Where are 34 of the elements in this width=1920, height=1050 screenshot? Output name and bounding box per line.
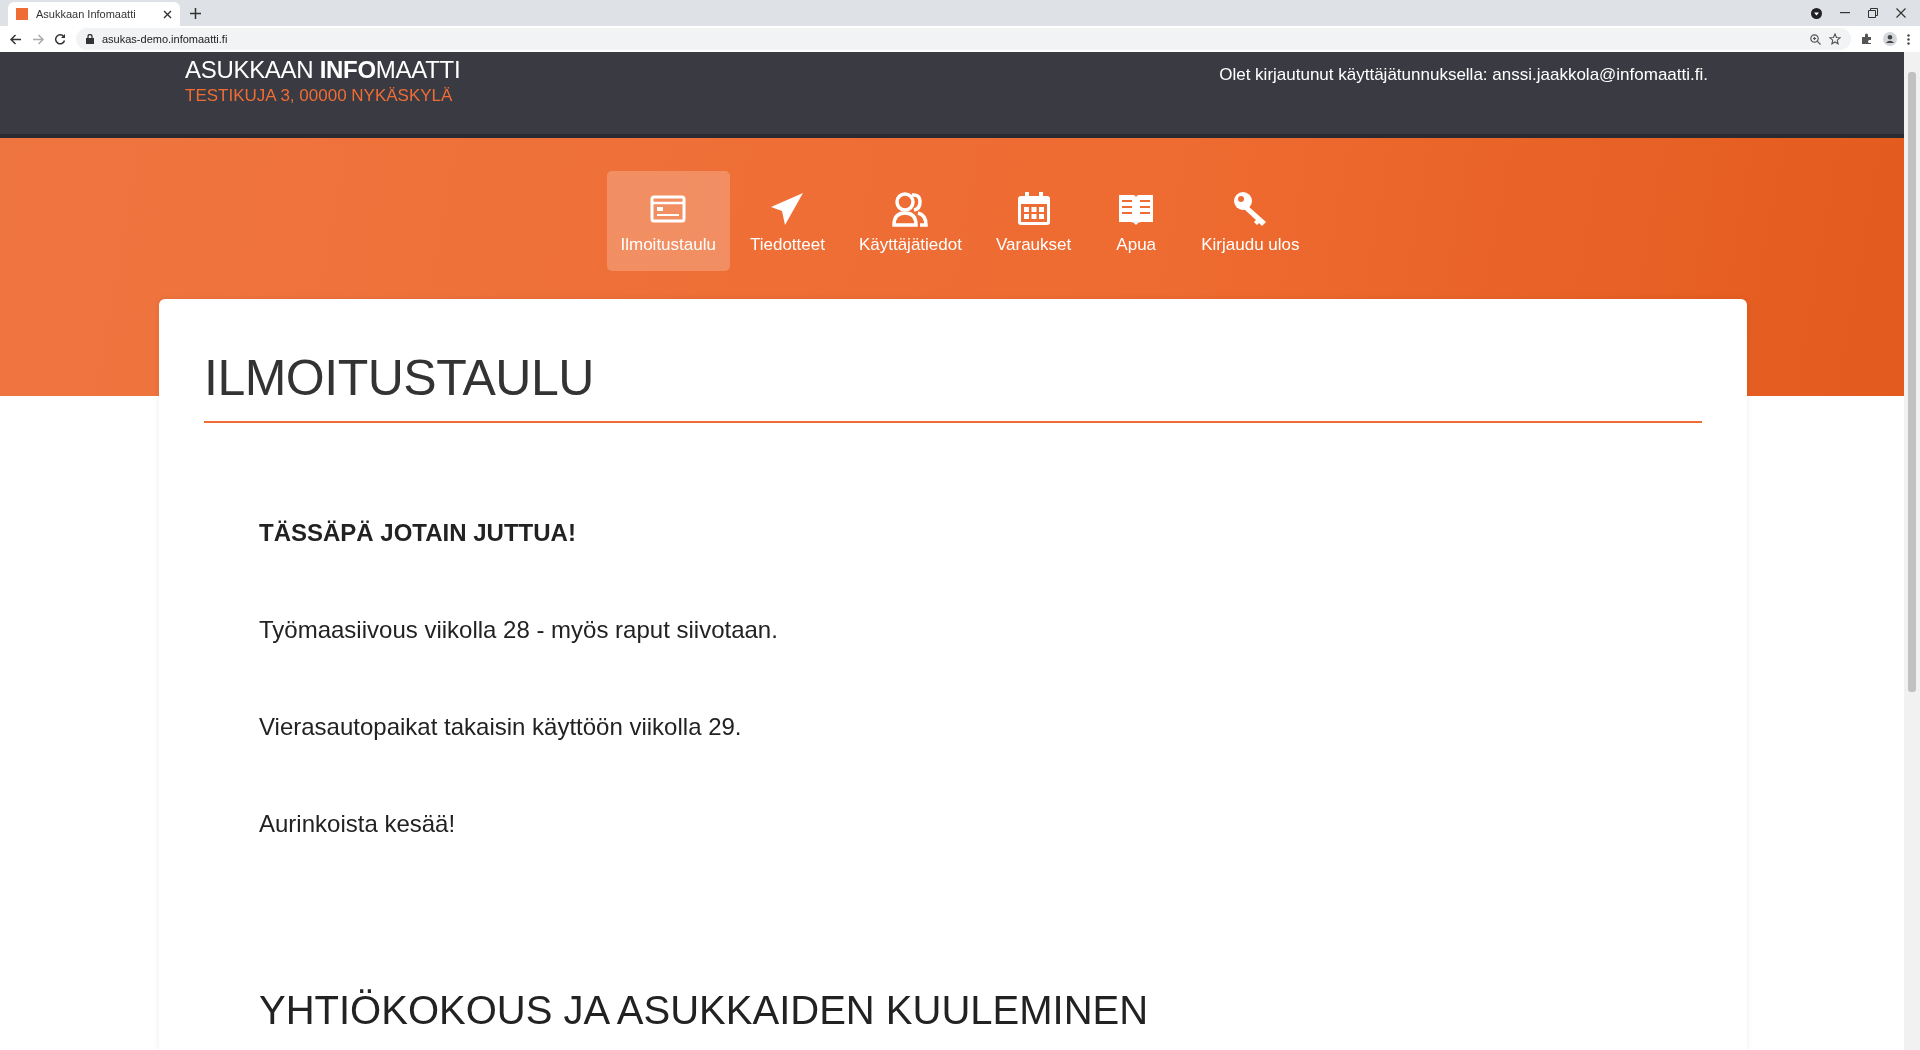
nav-item[interactable]: Ilmoitustaulu	[606, 171, 730, 271]
restore-icon[interactable]	[1868, 8, 1878, 18]
account-icon[interactable]	[1883, 32, 1897, 46]
browser-tab[interactable]: Asukkaan Infomaatti	[8, 2, 180, 26]
star-icon[interactable]	[1829, 33, 1841, 45]
notice-text: Aurinkoista kesää!	[259, 811, 457, 837]
nav-item[interactable]: Varaukset	[981, 171, 1086, 271]
reload-icon[interactable]	[54, 33, 66, 45]
nav-item[interactable]: Apua	[1091, 171, 1182, 271]
notice-text: Vierasautopaikat takaisin käyttöön viikolla 29.	[259, 714, 743, 740]
minimize-icon[interactable]	[1840, 12, 1850, 14]
section-heading: YHTIÖKOKOUS JA ASUKKAIDEN KUULEMINEN	[259, 988, 1150, 1032]
profile-menu-icon[interactable]	[1811, 7, 1822, 19]
nav-item[interactable]: Tiedotteet	[735, 171, 839, 271]
nav-item[interactable]: Kirjaudu ulos	[1187, 171, 1314, 271]
site-logo[interactable]: ASUKKAAN INFOMAATTI	[185, 56, 461, 84]
login-status: Olet kirjautunut käyttäjätunnuksella: anssi.jaakkola@infomaatti.fi.	[1219, 65, 1708, 86]
more-icon[interactable]	[1907, 33, 1910, 45]
new-tab-icon[interactable]	[190, 7, 201, 19]
notice-title: TÄSSÄPÄ JOTAIN JUTTUA!	[259, 520, 577, 546]
notice-text: Työmaasiivous viikolla 28 - myös raput siivotaan.	[259, 617, 779, 643]
scrollbar[interactable]	[1904, 52, 1920, 1050]
favicon-icon	[16, 8, 28, 20]
nav-item[interactable]: Käyttäjätiedot	[844, 171, 976, 271]
zoom-icon[interactable]	[1810, 33, 1821, 45]
address-text: TESTIKUJA 3, 00000 NYKÄSKYLÄ	[185, 86, 454, 106]
close-icon[interactable]	[1896, 8, 1906, 18]
nav-icon	[890, 189, 931, 229]
close-icon[interactable]	[163, 9, 172, 19]
lock-icon	[86, 34, 94, 44]
extensions-icon[interactable]	[1861, 33, 1873, 45]
page-title: ILMOITUSTAULU	[204, 349, 1702, 423]
back-icon[interactable]	[10, 33, 22, 45]
address-bar[interactable]: asukas-demo.infomaatti.fi	[76, 28, 1851, 50]
